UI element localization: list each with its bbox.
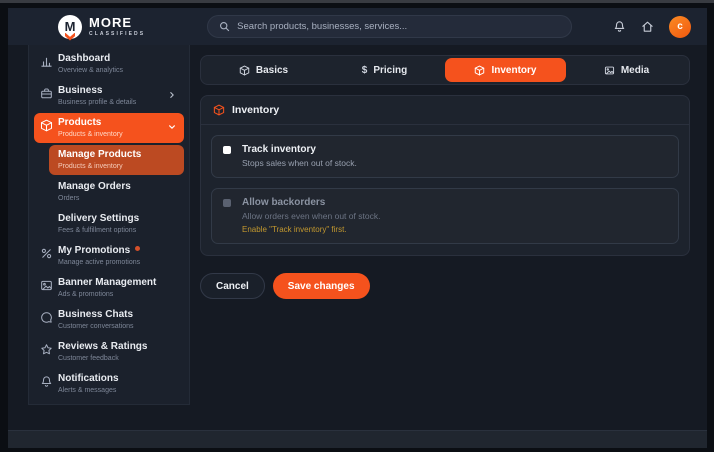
allow-backorders-checkbox bbox=[223, 199, 231, 207]
home-icon[interactable] bbox=[641, 20, 654, 33]
bell-icon[interactable] bbox=[613, 20, 626, 33]
option-title: Track inventory bbox=[242, 144, 668, 156]
save-changes-button[interactable]: Save changes bbox=[273, 273, 370, 299]
option-description: Stops sales when out of stock. bbox=[242, 158, 668, 169]
track-inventory-checkbox[interactable] bbox=[223, 146, 231, 154]
sidebar-item-label: Manage Products bbox=[58, 149, 176, 160]
brand-tagline: CLASSIFIEDS bbox=[89, 31, 145, 37]
brand-logo[interactable]: M MORE CLASSIFIEDS bbox=[58, 15, 145, 39]
bar-chart-icon bbox=[40, 55, 53, 68]
sidebar-item-sub: Products & inventory bbox=[58, 130, 176, 139]
sidebar-item-sub: Ads & promotions bbox=[58, 290, 176, 299]
sidebar-item-products[interactable]: Products Products & inventory bbox=[34, 113, 184, 143]
sidebar-item-business[interactable]: Business Business profile & details bbox=[34, 81, 184, 111]
main-content: Basics $ Pricing Inventory Media bbox=[200, 55, 690, 299]
sidebar-item-manage-orders[interactable]: Manage Orders Orders bbox=[49, 177, 184, 207]
tab-basics[interactable]: Basics bbox=[203, 58, 324, 82]
tab-label: Media bbox=[621, 65, 649, 76]
window-top-edge bbox=[0, 0, 714, 3]
app-footer bbox=[8, 430, 707, 448]
sidebar-item-reports[interactable]: Reports bbox=[34, 401, 184, 405]
screen-frame: M MORE CLASSIFIEDS c bbox=[0, 0, 714, 452]
sidebar-item-label: Reviews & Ratings bbox=[58, 341, 176, 352]
sidebar-item-label: Manage Orders bbox=[58, 181, 176, 192]
brand-name: MORE bbox=[89, 17, 145, 29]
brand-text: MORE CLASSIFIEDS bbox=[89, 17, 145, 37]
sidebar-item-sub: Customer conversations bbox=[58, 322, 176, 331]
sidebar-item-reviews-ratings[interactable]: Reviews & Ratings Customer feedback bbox=[34, 337, 184, 367]
product-tabs: Basics $ Pricing Inventory Media bbox=[200, 55, 690, 85]
sidebar-item-sub: Products & inventory bbox=[58, 162, 176, 171]
tab-label: Pricing bbox=[373, 65, 407, 76]
option-description: Allow orders even when out of stock. bbox=[242, 211, 668, 222]
sidebar-item-label: Dashboard bbox=[58, 53, 176, 64]
sidebar-nav: Dashboard Overview & analytics Business … bbox=[28, 45, 190, 405]
package-icon bbox=[474, 65, 485, 76]
sidebar-item-delivery-settings[interactable]: Delivery Settings Fees & fulfillment opt… bbox=[49, 209, 184, 239]
package-icon bbox=[239, 65, 250, 76]
sidebar-item-dashboard[interactable]: Dashboard Overview & analytics bbox=[34, 49, 184, 79]
sidebar-item-my-promotions[interactable]: My Promotions Manage active promotions bbox=[34, 241, 184, 271]
avatar-letter: c bbox=[677, 21, 683, 32]
sidebar-item-label: Delivery Settings bbox=[58, 213, 176, 224]
search-icon bbox=[219, 21, 230, 32]
sidebar-item-label: Business bbox=[58, 85, 176, 96]
sidebar-item-label: Products bbox=[58, 117, 176, 128]
tab-pricing[interactable]: $ Pricing bbox=[324, 58, 445, 82]
dollar-icon: $ bbox=[362, 65, 368, 76]
sidebar-item-sub: Overview & analytics bbox=[58, 66, 176, 75]
logo-m-icon: M bbox=[58, 15, 82, 39]
top-navbar: M MORE CLASSIFIEDS c bbox=[8, 8, 707, 45]
percent-icon bbox=[40, 247, 53, 260]
option-title: Allow backorders bbox=[242, 197, 668, 209]
sidebar-item-business-chats[interactable]: Business Chats Customer conversations bbox=[34, 305, 184, 335]
package-icon bbox=[40, 119, 53, 132]
option-note: Enable "Track inventory" first. bbox=[242, 225, 668, 235]
inventory-panel: Inventory Track inventory Stops sales wh… bbox=[200, 95, 690, 256]
sidebar-item-sub: Customer feedback bbox=[58, 354, 176, 363]
sidebar-item-label: Notifications bbox=[58, 373, 176, 384]
sidebar-item-sub: Manage active promotions bbox=[58, 258, 176, 267]
sidebar-item-banner-management[interactable]: Banner Management Ads & promotions bbox=[34, 273, 184, 303]
sidebar-item-sub: Business profile & details bbox=[58, 98, 176, 107]
briefcase-icon bbox=[40, 87, 53, 100]
panel-title: Inventory bbox=[232, 104, 279, 116]
tab-label: Basics bbox=[256, 65, 288, 76]
sidebar-item-notifications[interactable]: Notifications Alerts & messages bbox=[34, 369, 184, 399]
tab-inventory[interactable]: Inventory bbox=[445, 58, 566, 82]
sidebar-item-label: My Promotions bbox=[58, 245, 176, 256]
sidebar-item-sub: Fees & fulfillment options bbox=[58, 226, 176, 235]
user-avatar[interactable]: c bbox=[669, 16, 691, 38]
chevron-right-icon bbox=[168, 91, 176, 99]
search-input[interactable] bbox=[237, 21, 560, 32]
navbar-actions: c bbox=[613, 16, 707, 38]
image-icon bbox=[40, 279, 53, 292]
bell-icon bbox=[40, 375, 53, 388]
sidebar-item-sub: Alerts & messages bbox=[58, 386, 176, 395]
package-icon bbox=[213, 104, 225, 116]
track-inventory-option: Track inventory Stops sales when out of … bbox=[211, 135, 679, 178]
allow-backorders-option: Allow backorders Allow orders even when … bbox=[211, 188, 679, 244]
cancel-button[interactable]: Cancel bbox=[200, 273, 265, 299]
sidebar-item-label: Business Chats bbox=[58, 309, 176, 320]
form-actions: Cancel Save changes bbox=[200, 273, 690, 299]
sidebar-item-label: Banner Management bbox=[58, 277, 176, 288]
tab-media[interactable]: Media bbox=[566, 58, 687, 82]
notification-dot bbox=[135, 246, 140, 251]
image-icon bbox=[604, 65, 615, 76]
app-body: Dashboard Overview & analytics Business … bbox=[8, 45, 707, 430]
app-window: M MORE CLASSIFIEDS c bbox=[8, 8, 707, 448]
inventory-panel-header: Inventory bbox=[201, 96, 689, 125]
chat-icon bbox=[40, 311, 53, 324]
chevron-down-icon bbox=[168, 123, 176, 131]
global-search[interactable] bbox=[207, 15, 572, 38]
logo-letter: M bbox=[65, 19, 76, 34]
sidebar-item-sub: Orders bbox=[58, 194, 176, 203]
sidebar-item-manage-products[interactable]: Manage Products Products & inventory bbox=[49, 145, 184, 175]
tab-label: Inventory bbox=[491, 65, 536, 76]
star-icon bbox=[40, 343, 53, 356]
